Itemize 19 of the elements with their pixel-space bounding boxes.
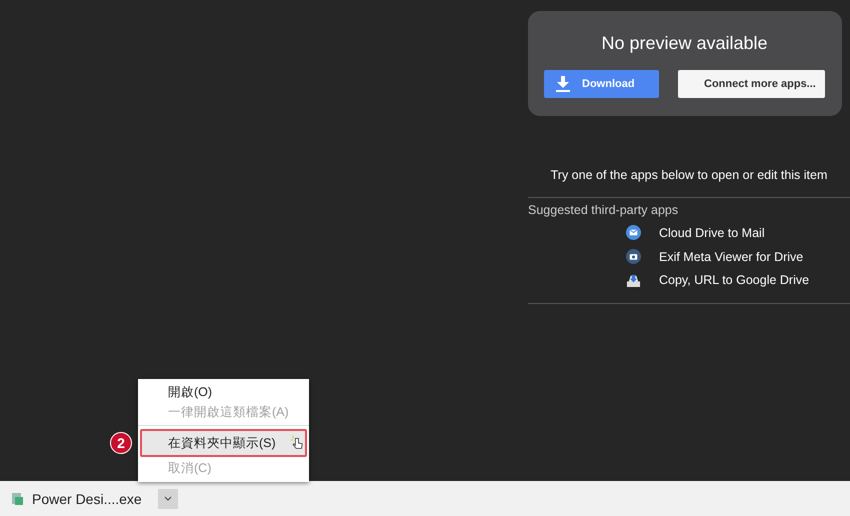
app-link[interactable]: Exif Meta Viewer for Drive	[659, 250, 804, 264]
app-link[interactable]: Copy, URL to Google Drive	[659, 273, 810, 287]
envelope-icon	[626, 225, 641, 240]
app-link[interactable]: Cloud Drive to Mail	[659, 226, 765, 240]
menu-item[interactable]: 在資料夾中顯示(S)	[140, 429, 307, 457]
file-icon	[10, 492, 24, 506]
caret-icon	[164, 496, 172, 501]
apps-prompt: Try one of the apps below to open or edit this item	[528, 168, 850, 198]
camera-icon	[626, 249, 641, 264]
preview-title: No preview available	[601, 33, 768, 54]
connect-apps-button[interactable]: Connect more apps...	[678, 70, 825, 98]
section-heading: Suggested third-party apps	[528, 203, 680, 217]
download-icon	[556, 76, 570, 92]
download-button[interactable]: Download	[544, 70, 659, 98]
menu-caret-button[interactable]	[158, 488, 178, 508]
tray-icon	[626, 273, 641, 287]
step-badge: 2	[110, 432, 132, 454]
menu-item[interactable]: 開啟(O)	[142, 382, 305, 402]
file-name[interactable]: Power Desi....exe	[32, 490, 142, 506]
